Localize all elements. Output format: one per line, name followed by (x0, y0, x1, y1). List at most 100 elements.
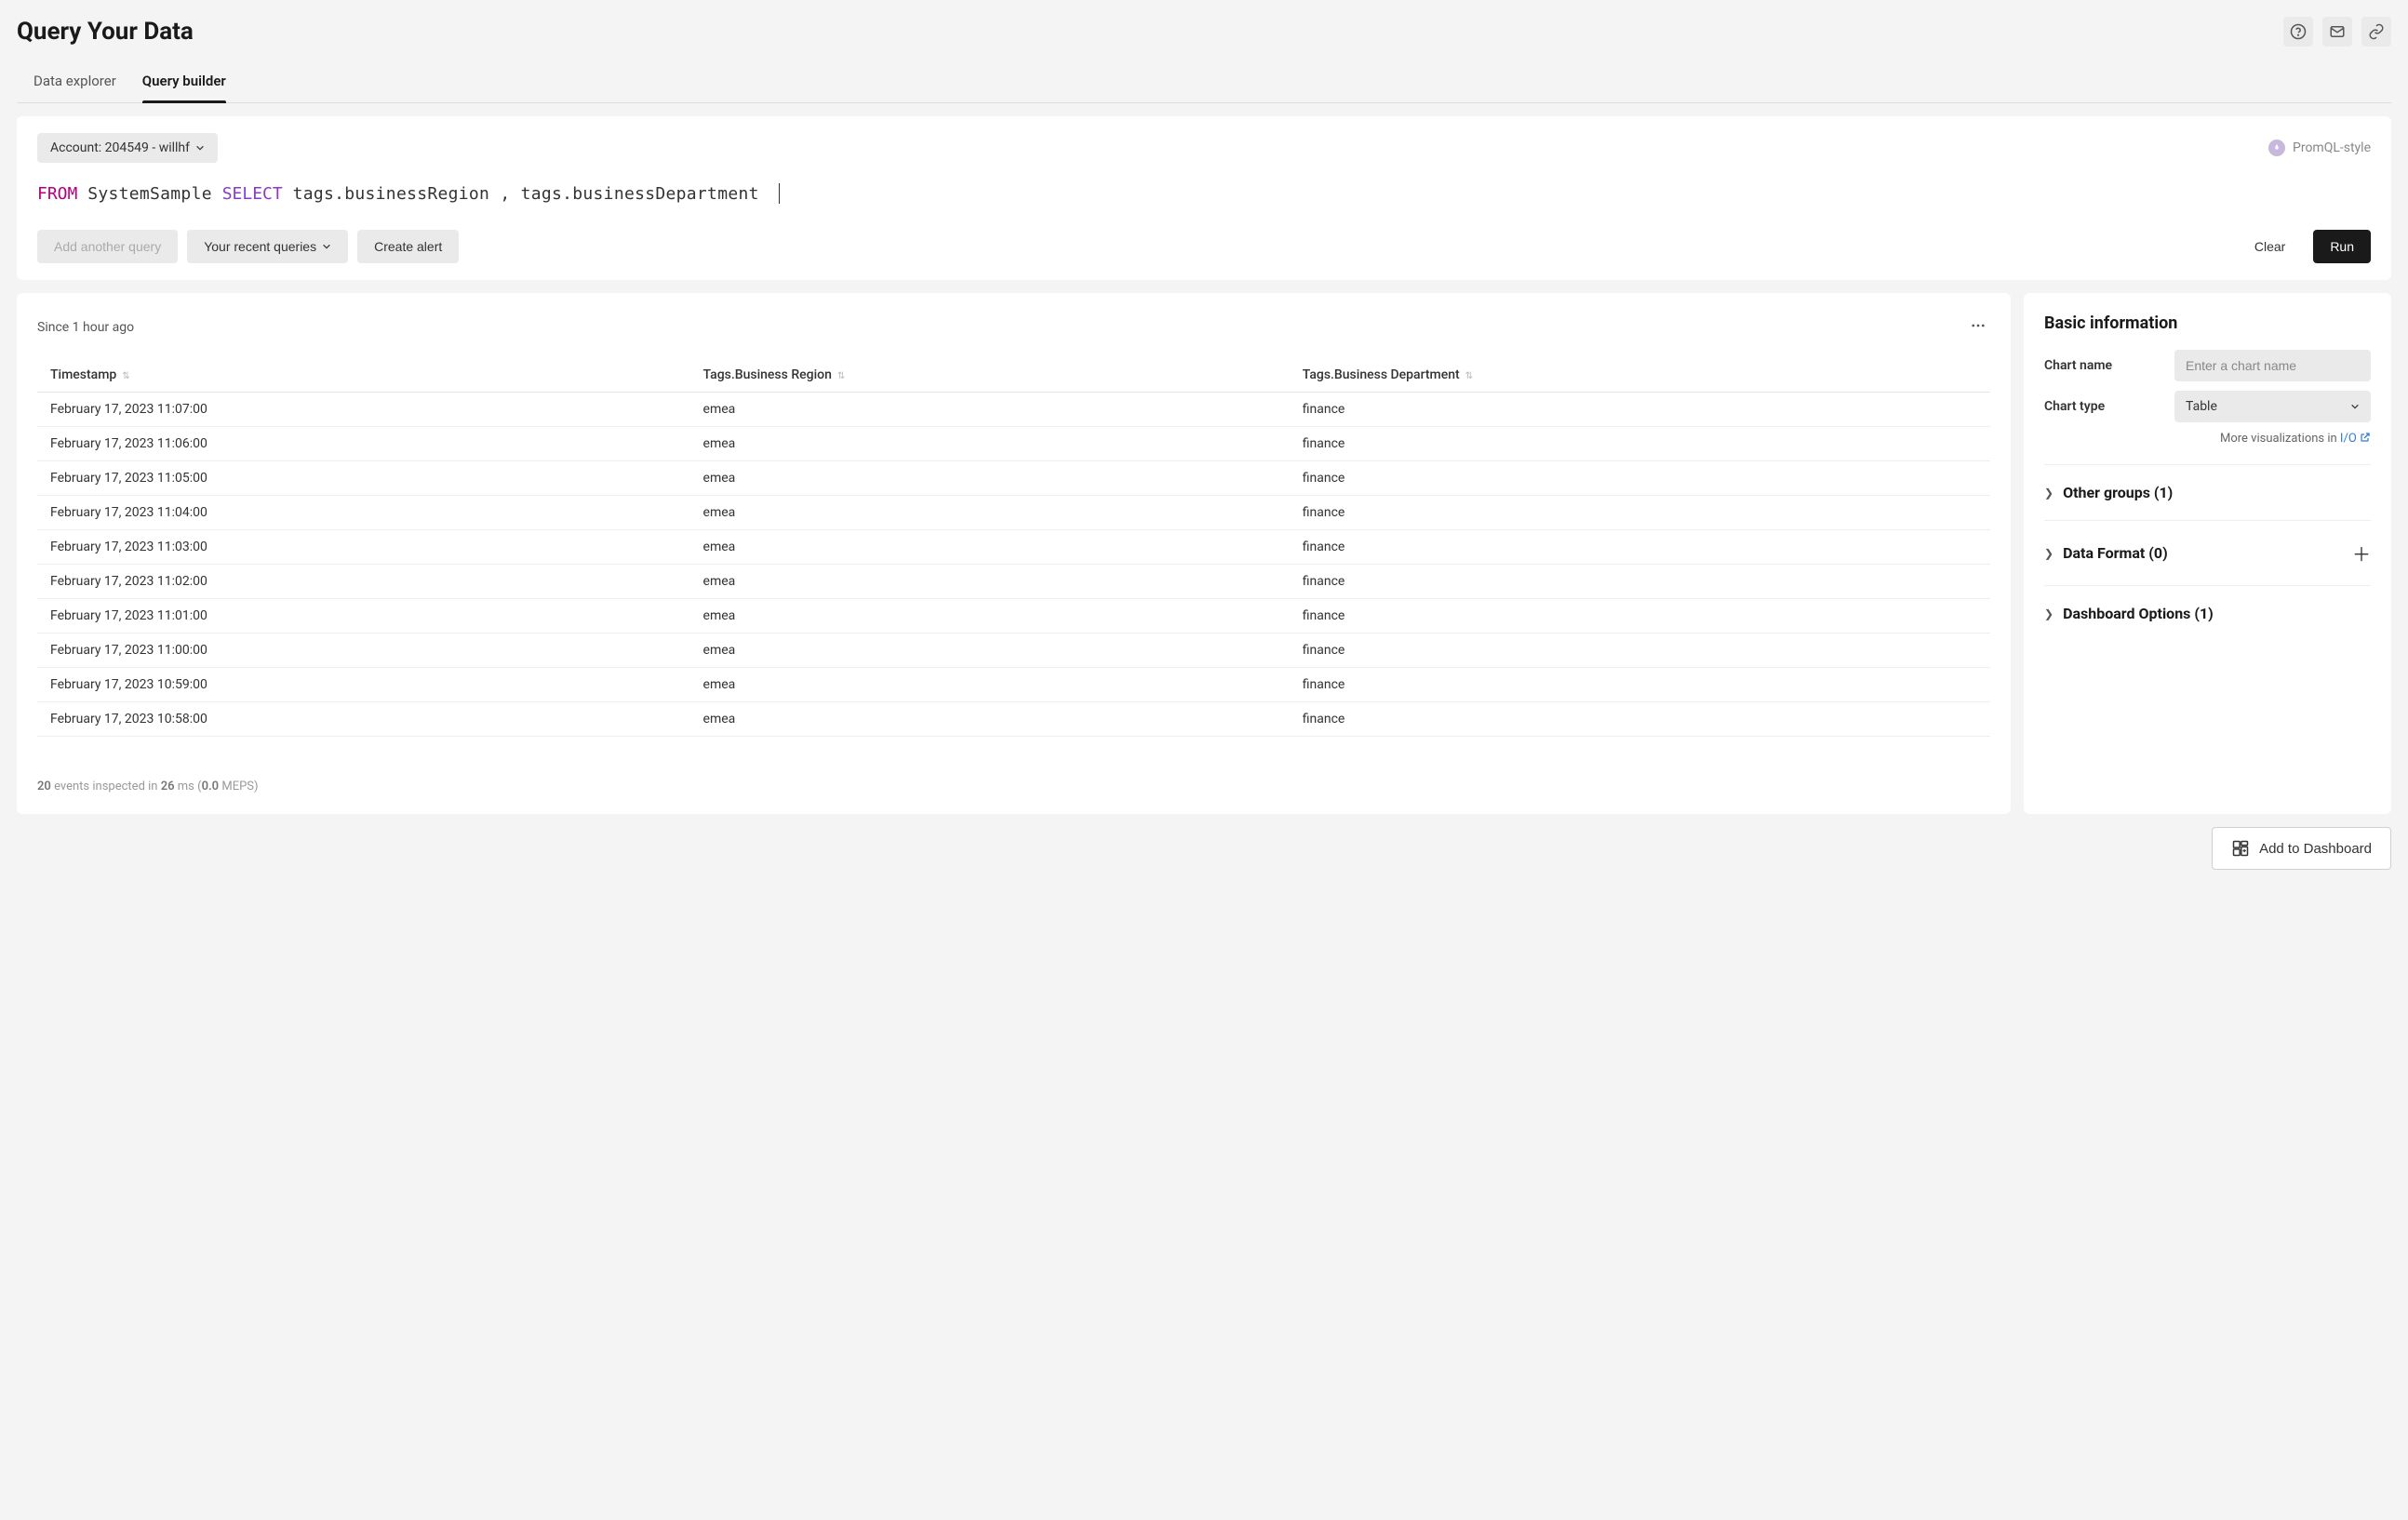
plus-icon[interactable]: ＋ (2352, 540, 2371, 567)
table-cell: finance (1290, 496, 1990, 530)
keyword-from: FROM (37, 184, 77, 204)
section-other-groups: ❯ Other groups (1) (2044, 464, 2371, 520)
table-cell: February 17, 2023 10:58:00 (37, 702, 690, 737)
tab-data-explorer[interactable]: Data explorer (33, 63, 116, 102)
table-row[interactable]: February 17, 2023 11:02:00emeafinance (37, 565, 1990, 599)
chevron-down-icon (195, 143, 205, 153)
chevron-right-icon: ❯ (2044, 547, 2053, 560)
link-icon[interactable] (2361, 17, 2391, 47)
table-cell: finance (1290, 565, 1990, 599)
table-row[interactable]: February 17, 2023 11:04:00emeafinance (37, 496, 1990, 530)
table-cell: emea (690, 530, 1290, 565)
query-card: Account: 204549 - willhf PromQL-style FR… (17, 116, 2391, 280)
query-editor[interactable]: FROM SystemSample SELECT tags.businessRe… (37, 180, 2371, 207)
chevron-right-icon: ❯ (2044, 607, 2053, 620)
table-cell: finance (1290, 702, 1990, 737)
add-query-button[interactable]: Add another query (37, 230, 178, 263)
chart-type-value: Table (2186, 399, 2217, 414)
table-cell: finance (1290, 427, 1990, 461)
table-cell: finance (1290, 668, 1990, 702)
section-other-groups-header[interactable]: ❯ Other groups (1) (2044, 484, 2173, 501)
sort-icon: ⇅ (122, 372, 129, 381)
chart-type-label: Chart type (2044, 399, 2165, 414)
mail-icon[interactable] (2322, 17, 2352, 47)
table-cell: emea (690, 427, 1290, 461)
sidebar-card: Basic information Chart name Chart type … (2024, 293, 2391, 814)
results-time-label: Since 1 hour ago (37, 320, 134, 335)
table-cell: emea (690, 565, 1290, 599)
table-cell: emea (690, 702, 1290, 737)
keyword-select: SELECT (222, 184, 283, 204)
table-cell: February 17, 2023 11:06:00 (37, 427, 690, 461)
chart-name-label: Chart name (2044, 358, 2165, 373)
table-cell: emea (690, 633, 1290, 668)
chart-name-input[interactable] (2174, 350, 2371, 381)
table-cell: finance (1290, 393, 1990, 427)
promql-label: PromQL-style (2293, 140, 2371, 155)
results-table: Timestamp⇅ Tags.Business Region⇅ Tags.Bu… (37, 358, 1990, 737)
chevron-down-icon (2350, 402, 2360, 411)
clear-button[interactable]: Clear (2238, 230, 2302, 263)
tabs: Data explorer Query builder (17, 63, 2391, 103)
add-dashboard-label: Add to Dashboard (2259, 841, 2372, 857)
table-row[interactable]: February 17, 2023 10:58:00emeafinance (37, 702, 1990, 737)
help-icon[interactable] (2283, 17, 2313, 47)
table-cell: emea (690, 496, 1290, 530)
recent-queries-button[interactable]: Your recent queries (187, 230, 348, 263)
cursor (779, 183, 780, 204)
section-dashboard-options: ❯ Dashboard Options (1) (2044, 585, 2371, 641)
section-dashboard-options-header[interactable]: ❯ Dashboard Options (1) (2044, 605, 2214, 622)
query-source: SystemSample (87, 184, 212, 204)
results-card: Since 1 hour ago Timestamp⇅ Tags.Busines… (17, 293, 2011, 814)
chevron-down-icon (322, 242, 331, 251)
page-title: Query Your Data (17, 18, 194, 46)
table-row[interactable]: February 17, 2023 11:06:00emeafinance (37, 427, 1990, 461)
promql-badge[interactable]: PromQL-style (2268, 140, 2371, 156)
section-title: Dashboard Options (1) (2063, 605, 2214, 622)
table-cell: finance (1290, 599, 1990, 633)
column-department[interactable]: Tags.Business Department⇅ (1290, 358, 1990, 393)
table-cell: emea (690, 599, 1290, 633)
more-options-icon[interactable] (1966, 313, 1990, 341)
sort-icon: ⇅ (1465, 372, 1473, 381)
table-cell: February 17, 2023 11:04:00 (37, 496, 690, 530)
table-row[interactable]: February 17, 2023 10:59:00emeafinance (37, 668, 1990, 702)
table-cell: finance (1290, 461, 1990, 496)
section-title: Other groups (1) (2063, 484, 2173, 501)
table-cell: February 17, 2023 11:07:00 (37, 393, 690, 427)
table-cell: finance (1290, 633, 1990, 668)
section-data-format-header[interactable]: ❯ Data Format (0) (2044, 544, 2168, 562)
table-cell: February 17, 2023 11:05:00 (37, 461, 690, 496)
section-data-format: ❯ Data Format (0) ＋ (2044, 520, 2371, 585)
account-selector[interactable]: Account: 204549 - willhf (37, 133, 218, 163)
section-title: Data Format (0) (2063, 544, 2168, 562)
account-label: Account: 204549 - willhf (50, 140, 190, 155)
chevron-right-icon: ❯ (2044, 487, 2053, 500)
table-cell: finance (1290, 530, 1990, 565)
chart-type-select[interactable]: Table (2174, 391, 2371, 422)
create-alert-button[interactable]: Create alert (357, 230, 459, 263)
query-fields: tags.businessRegion , tags.businessDepar… (293, 184, 769, 204)
table-cell: February 17, 2023 10:59:00 (37, 668, 690, 702)
table-row[interactable]: February 17, 2023 11:03:00emeafinance (37, 530, 1990, 565)
add-dashboard-button[interactable]: Add to Dashboard (2212, 827, 2391, 870)
table-row[interactable]: February 17, 2023 11:00:00emeafinance (37, 633, 1990, 668)
results-footer: 20 events inspected in 26 ms (0.0 MEPS) (37, 761, 1990, 793)
recent-queries-label: Your recent queries (204, 239, 316, 254)
tab-query-builder[interactable]: Query builder (142, 63, 226, 102)
table-row[interactable]: February 17, 2023 11:01:00emeafinance (37, 599, 1990, 633)
dashboard-add-icon (2231, 839, 2250, 858)
sidebar-title: Basic information (2044, 313, 2371, 333)
table-cell: emea (690, 393, 1290, 427)
io-link[interactable]: I/O (2340, 432, 2371, 446)
run-button[interactable]: Run (2313, 230, 2371, 263)
table-cell: emea (690, 668, 1290, 702)
flame-icon (2268, 140, 2285, 156)
column-region[interactable]: Tags.Business Region⇅ (690, 358, 1290, 393)
table-row[interactable]: February 17, 2023 11:05:00emeafinance (37, 461, 1990, 496)
table-cell: February 17, 2023 11:01:00 (37, 599, 690, 633)
sort-icon: ⇅ (837, 372, 845, 381)
column-timestamp[interactable]: Timestamp⇅ (37, 358, 690, 393)
table-row[interactable]: February 17, 2023 11:07:00emeafinance (37, 393, 1990, 427)
external-link-icon (2360, 432, 2371, 443)
